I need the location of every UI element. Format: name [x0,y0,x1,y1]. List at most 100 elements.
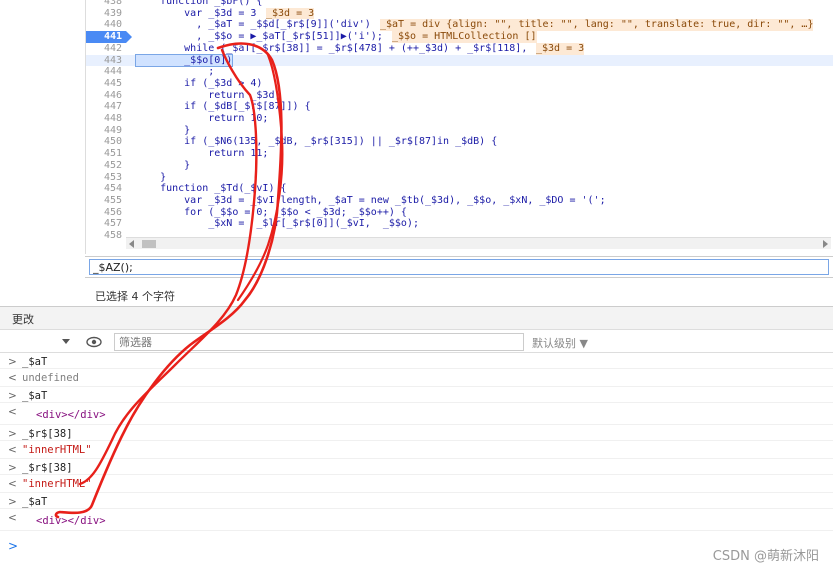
code-line[interactable]: 447 if (_$dB[_$r$[87]]) { [86,101,833,113]
expression-input[interactable] [89,259,829,275]
line-number[interactable]: 458 [86,230,126,242]
console-input-text: _$r$[38] [22,428,73,440]
line-number[interactable]: 453 [86,172,126,184]
code-line[interactable]: 443 _$$o[0]) [86,53,833,68]
console-input-text: _$aT [22,390,48,402]
console-toolbar: 默认级别 ▼ [0,331,833,353]
console-input-text: _$r$[38] [22,462,73,474]
line-number[interactable]: 438 [86,0,126,8]
code-line[interactable]: 448 return 10; [86,113,833,125]
code-text: function _$bF() { [136,0,263,7]
console-input-row[interactable]: > _$aT [0,387,833,403]
code-line[interactable]: 444 ; [86,66,833,78]
console-input-row[interactable]: > _$aT [0,493,833,509]
console-output-row[interactable]: < <div></div> [0,403,833,425]
console-input-row[interactable]: > _$r$[38] [0,425,833,441]
console-output-row[interactable]: < <div></div> [0,509,833,531]
line-number[interactable]: 440 [86,19,126,31]
scrollbar-thumb[interactable] [142,240,156,248]
line-number[interactable]: 456 [86,207,126,219]
tab-changes[interactable]: 更改 [12,311,34,327]
line-number[interactable]: 449 [86,125,126,137]
code-text: var _$3d = _$vI.length, _$aT = new _$tb(… [136,194,606,206]
code-text: while (_$aT[_$r$[38]] = _$r$[478] + (++_… [136,42,528,54]
code-text: if (_$3d > 4) [136,77,263,89]
log-levels-dropdown[interactable]: 默认级别 ▼ [532,335,588,351]
console-output-value: "innerHTML" [22,444,92,456]
input-prompt-icon: > [8,428,17,440]
inline-value: _$$o = HTMLCollection [] [392,31,537,43]
horizontal-scrollbar[interactable] [126,237,831,249]
input-prompt-icon: > [8,390,17,402]
code-text: , _$aT = _$$d[_$r$[9]]('div') [136,19,371,31]
code-line[interactable]: 454 function _$Td(_$vI) { [86,183,833,195]
console-output-value: "innerHTML" [22,478,92,490]
console-input-text: _$aT [22,356,48,368]
scroll-right-icon[interactable] [823,240,828,248]
console-input-row[interactable]: > _$aT [0,353,833,369]
code-line[interactable]: 450 if (_$N6(135, _$dB, _$r$[315]) || _$… [86,136,833,148]
console-output[interactable]: > _$aT < undefined > _$aT < <div></div> > _$r$[38… [0,353,833,574]
line-number[interactable]: 452 [86,160,126,172]
console-output-row[interactable]: < "innerHTML" [0,441,833,459]
console-output-value: <div></div> [36,515,106,527]
inline-value: _$3d = 3 [536,42,585,55]
line-number[interactable]: 455 [86,195,126,207]
code-line[interactable]: 438 function _$bF() { [86,0,833,8]
line-number[interactable]: 448 [86,113,126,125]
scroll-left-icon[interactable] [129,240,134,248]
input-prompt-icon: > [8,356,17,368]
code-text: _$$o[0]) [134,53,234,68]
eye-icon[interactable] [86,335,102,349]
drawer-tabbar: 更改 [0,306,833,330]
code-text: } [136,171,167,183]
code-text: for (_$$o = 0; _$$o < _$3d; _$$o++) { [136,206,407,218]
console-output-row[interactable]: < "innerHTML" [0,475,833,493]
code-text: } [136,159,191,171]
code-text: function _$Td(_$vI) { [136,183,287,195]
source-editor[interactable]: 438 function _$bF() {439 var _$3d = 3 _$3… [85,0,833,254]
code-line[interactable]: 445 if (_$3d > 4) [86,78,833,90]
input-prompt-icon: > [8,496,17,508]
selection-status: 已选择 4 个字符 [95,290,175,303]
line-number[interactable]: 457 [86,218,126,230]
line-number[interactable]: 447 [86,101,126,113]
breakpoint-line-number[interactable]: 441 [86,31,132,43]
line-number[interactable]: 454 [86,183,126,195]
code-text: var _$3d = 3 [136,7,257,19]
line-number[interactable]: 450 [86,136,126,148]
line-number[interactable]: 446 [86,90,126,102]
code-line[interactable]: 456 for (_$$o = 0; _$$o < _$3d; _$$o++) … [86,207,833,219]
line-number[interactable]: 442 [86,43,126,55]
code-line[interactable]: 455 var _$3d = _$vI.length, _$aT = new _… [86,195,833,207]
output-prompt-icon: < [8,406,17,418]
line-number[interactable]: 439 [86,8,126,20]
code-text: _$xN = _$lr[_$r$[0]](_$vI, _$$o); [136,218,419,230]
code-text: return _$3d; [136,89,281,101]
console-prompt[interactable]: > [8,539,18,553]
output-prompt-icon: < [8,478,17,490]
line-number[interactable]: 451 [86,148,126,160]
output-prompt-icon: < [8,512,17,524]
inline-value: _$aT = div {align: "", title: "", lang: … [380,19,814,32]
code-line[interactable]: 457 _$xN = _$lr[_$r$[0]](_$vI, _$$o); [86,218,833,230]
code-text: } [136,124,191,136]
line-number[interactable]: 444 [86,66,126,78]
code-line[interactable]: 446 return _$3d; [86,90,833,102]
filter-input[interactable] [114,333,524,351]
code-line[interactable]: 442 while (_$aT[_$r$[38]] = _$r$[478] + … [86,42,833,55]
code-line[interactable]: 449 } [86,125,833,137]
context-dropdown-icon[interactable] [62,339,70,344]
expression-bar [85,256,833,278]
code-line[interactable]: 441 , _$$o = ▶_$aT[_$r$[51]]▶('i'); _$$o … [86,31,833,43]
console-output-row[interactable]: < undefined [0,369,833,387]
console-input-row[interactable]: > _$r$[38] [0,459,833,475]
line-number[interactable]: 443 [86,55,126,67]
code-line[interactable]: 439 var _$3d = 3 _$3d = 3 [86,7,833,20]
line-number[interactable]: 445 [86,78,126,90]
code-line[interactable]: 452 } [86,160,833,172]
code-line[interactable]: 440 , _$aT = _$$d[_$r$[9]]('div') _$aT = … [86,19,833,32]
code-text: if (_$dB[_$r$[87]]) { [136,101,311,113]
code-line[interactable]: 451 return 11; [86,148,833,160]
code-line[interactable]: 453 } [86,172,833,184]
